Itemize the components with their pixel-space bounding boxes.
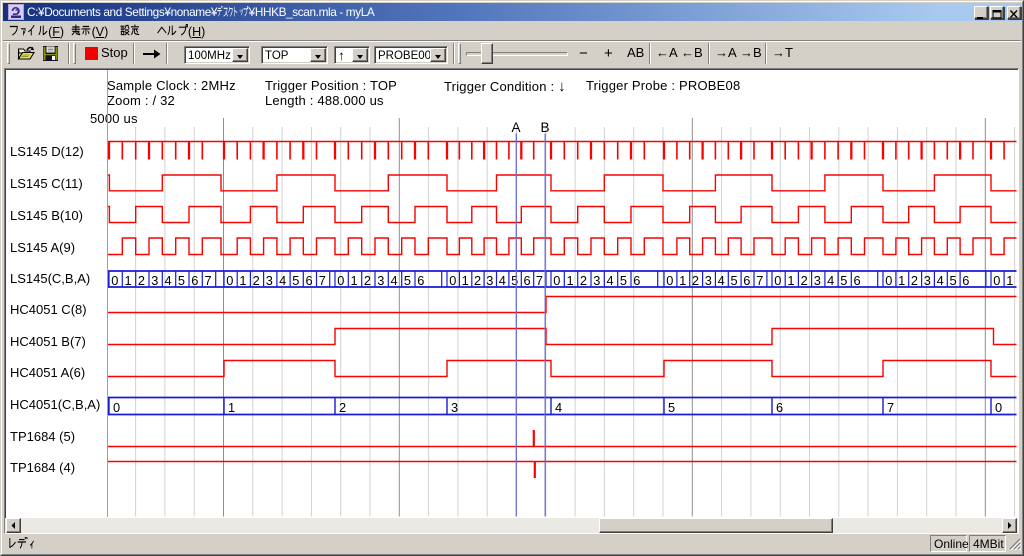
svg-text:1: 1 [239,273,246,288]
svg-text:3: 3 [593,273,600,288]
svg-text:0: 0 [666,273,673,288]
svg-text:0: 0 [226,273,233,288]
svg-text:0: 0 [995,400,1002,415]
svg-text:2: 2 [253,273,260,288]
svg-text:4: 4 [718,273,725,288]
svg-text:6: 6 [417,273,424,288]
svg-text:2: 2 [364,273,371,288]
svg-text:5: 5 [950,273,957,288]
svg-text:6: 6 [962,273,969,288]
svg-text:1: 1 [351,273,358,288]
svg-text:7: 7 [319,273,326,288]
svg-text:3: 3 [151,273,158,288]
svg-text:0: 0 [553,273,560,288]
svg-text:3: 3 [924,273,931,288]
svg-text:1: 1 [787,273,794,288]
svg-text:0: 0 [113,400,120,415]
svg-text:3: 3 [814,273,821,288]
svg-text:2: 2 [911,273,918,288]
svg-text:4: 4 [165,273,172,288]
svg-text:A: A [511,120,520,135]
svg-text:6: 6 [633,273,640,288]
svg-text:7: 7 [536,273,543,288]
svg-text:5: 5 [404,273,411,288]
svg-text:2: 2 [580,273,587,288]
svg-text:1: 1 [1006,273,1013,288]
svg-text:5: 5 [511,273,518,288]
svg-text:6: 6 [776,400,783,415]
svg-text:6: 6 [854,273,861,288]
svg-text:5: 5 [620,273,627,288]
svg-text:2: 2 [692,273,699,288]
svg-text:7: 7 [205,273,212,288]
svg-text:2: 2 [801,273,808,288]
svg-text:1: 1 [125,273,132,288]
svg-text:2: 2 [339,400,346,415]
svg-text:0: 0 [337,273,344,288]
svg-text:4: 4 [391,273,398,288]
svg-text:0: 0 [111,273,118,288]
svg-text:0: 0 [774,273,781,288]
svg-text:5: 5 [178,273,185,288]
svg-text:5: 5 [731,273,738,288]
svg-text:4: 4 [937,273,944,288]
svg-text:3: 3 [451,400,458,415]
svg-text:4: 4 [555,400,562,415]
svg-text:1: 1 [462,273,469,288]
svg-text:1: 1 [567,273,574,288]
svg-text:1: 1 [679,273,686,288]
svg-text:4: 4 [827,273,834,288]
svg-text:2: 2 [138,273,145,288]
svg-text:7: 7 [756,273,763,288]
svg-text:7: 7 [887,400,894,415]
svg-text:3: 3 [377,273,384,288]
svg-text:4: 4 [607,273,614,288]
svg-text:6: 6 [191,273,198,288]
svg-text:6: 6 [306,273,313,288]
svg-text:3: 3 [266,273,273,288]
svg-text:4: 4 [279,273,286,288]
svg-text:B: B [540,120,549,135]
svg-text:6: 6 [524,273,531,288]
svg-text:5: 5 [840,273,847,288]
svg-text:2: 2 [474,273,481,288]
svg-text:0: 0 [449,273,456,288]
svg-text:0: 0 [885,273,892,288]
svg-text:3: 3 [705,273,712,288]
svg-text:1: 1 [898,273,905,288]
svg-text:1: 1 [228,400,235,415]
svg-text:0: 0 [993,273,1000,288]
svg-text:6: 6 [743,273,750,288]
svg-text:4: 4 [499,273,506,288]
svg-text:3: 3 [486,273,493,288]
svg-text:5: 5 [668,400,675,415]
svg-text:5: 5 [292,273,299,288]
